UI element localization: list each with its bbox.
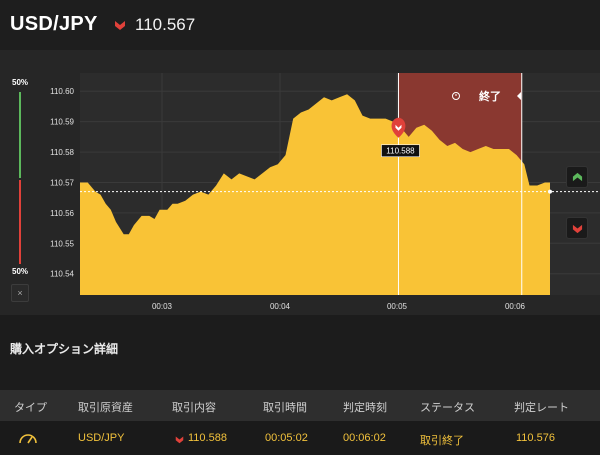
row-asset: USD/JPY (78, 432, 125, 444)
y-tick-label: 110.57 (50, 178, 74, 187)
y-tick-label: 110.58 (50, 148, 74, 157)
current-point (548, 189, 552, 194)
y-tick-label: 110.55 (50, 239, 74, 248)
row-trade-time: 00:05:02 (265, 432, 308, 444)
down-arrow-icon (115, 21, 125, 30)
row-judge-time: 00:06:02 (343, 432, 386, 444)
table-header: タイプ 取引原資産 取引内容 取引時間 判定時刻 ステータス 判定レート (0, 390, 600, 421)
chart-panel[interactable]: 110.60 110.59 110.58 110.57 110.56 110.55 110.… (0, 50, 600, 315)
col-trade-time: 取引時間 (263, 402, 307, 414)
header-bar: USD/JPY 110.567 (0, 0, 600, 50)
low-button[interactable] (566, 217, 588, 239)
current-price: 110.567 (135, 15, 196, 34)
x-tick-label: 00:04 (270, 302, 291, 311)
row-status: 取引終了 (420, 435, 464, 447)
currency-pair-title: USD/JPY (10, 13, 98, 35)
col-judge-time: 判定時刻 (343, 402, 387, 414)
x-tick-label: 00:05 (387, 302, 408, 311)
option-details-table: タイプ 取引原資産 取引内容 取引時間 判定時刻 ステータス 判定レート USD… (0, 390, 600, 455)
gauge-icon (19, 434, 37, 444)
x-tick-label: 00:06 (505, 302, 526, 311)
down-arrow-icon (175, 436, 184, 444)
col-rate: 判定レート (514, 402, 569, 414)
end-label: 終了 (479, 89, 501, 103)
x-tick-label: 00:03 (152, 302, 173, 311)
entry-label: 110.588 (386, 147, 415, 156)
col-type: タイプ (14, 402, 47, 414)
row-rate: 110.576 (516, 432, 555, 444)
row-content: 110.588 (188, 432, 227, 444)
gauge-close-button[interactable]: × (11, 284, 29, 302)
high-button[interactable] (566, 166, 588, 188)
gauge-down-bar (19, 180, 21, 264)
sentiment-gauge: 50% 50% × (6, 72, 34, 304)
y-tick-label: 110.54 (50, 270, 74, 279)
down-arrow-icon (572, 224, 583, 234)
gauge-bottom-label: 50% (12, 267, 29, 276)
gauge-top-label: 50% (12, 78, 29, 87)
price-chart[interactable]: 110.60 110.59 110.58 110.57 110.56 110.55 110.… (0, 50, 600, 315)
col-content: 取引内容 (172, 402, 216, 414)
y-tick-label: 110.59 (50, 118, 74, 127)
col-asset: 取引原資産 (78, 402, 133, 414)
option-details-title: 購入オプション詳細 (10, 342, 119, 356)
y-tick-label: 110.56 (50, 209, 74, 218)
up-arrow-icon (572, 172, 583, 182)
gauge-up-bar (19, 92, 21, 178)
col-status: ステータス (420, 402, 475, 414)
y-tick-label: 110.60 (50, 87, 74, 96)
table-row[interactable]: USD/JPY 110.588 00:05:02 00:06:02 取引終了 1… (0, 421, 600, 455)
